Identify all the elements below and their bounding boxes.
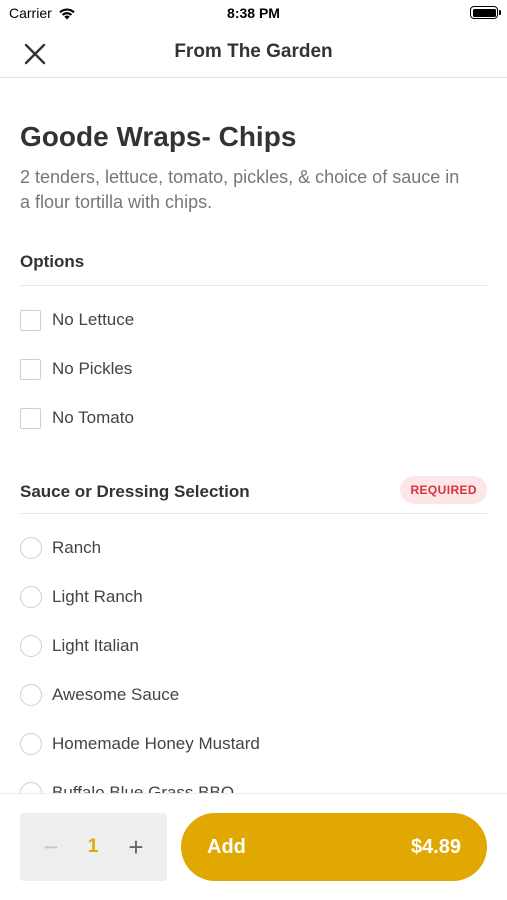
add-to-order-button[interactable]: Add $4.89 <box>181 813 487 881</box>
nav-title: From The Garden <box>174 41 333 62</box>
sauce-label: Light Italian <box>52 636 139 655</box>
sauce-label: Homemade Honey Mustard <box>52 734 260 753</box>
item-title: Goode Wraps- Chips <box>20 121 297 152</box>
sauce-row-ranch[interactable]: Ranch <box>20 533 487 563</box>
add-button-price: $4.89 <box>410 836 461 858</box>
sauce-label: Ranch <box>52 538 102 557</box>
sauce-row-light-italian[interactable]: Light Italian <box>20 631 487 661</box>
quantity-value: 1 <box>87 836 99 857</box>
sauce-row-buffalo-blue-grass-bbq[interactable]: Buffalo Blue Grass BBQ <box>20 778 487 793</box>
sauce-row-awesome-sauce[interactable]: Awesome Sauce <box>20 680 487 710</box>
options-section-header: Options <box>20 246 487 286</box>
required-badge: REQUIRED <box>400 476 487 504</box>
quantity-stepper: − 1 + <box>20 813 167 881</box>
radio-button[interactable] <box>20 537 42 559</box>
status-time: 8:38 PM <box>227 5 280 21</box>
option-label: No Pickles <box>52 359 133 378</box>
battery-icon <box>470 6 501 19</box>
sauce-row-honey-mustard[interactable]: Homemade Honey Mustard <box>20 729 487 759</box>
sauce-label: Light Ranch <box>52 587 143 606</box>
bottom-action-bar: − 1 + Add $4.89 <box>0 793 507 900</box>
option-row-no-tomato[interactable]: No Tomato <box>20 403 487 433</box>
sauce-row-light-ranch[interactable]: Light Ranch <box>20 582 487 612</box>
option-row-no-pickles[interactable]: No Pickles <box>20 354 487 384</box>
sauce-section-header: Sauce or Dressing Selection REQUIRED <box>20 476 487 514</box>
sauce-label: Awesome Sauce <box>52 685 180 704</box>
radio-button[interactable] <box>20 782 42 793</box>
sauce-label: Buffalo Blue Grass BBQ <box>52 783 235 793</box>
decrement-button[interactable]: − <box>34 827 68 867</box>
option-label: No Lettuce <box>52 310 135 329</box>
radio-button[interactable] <box>20 635 42 657</box>
checkbox[interactable] <box>20 309 41 331</box>
add-button-label: Add <box>207 836 246 858</box>
option-label: No Tomato <box>52 408 134 427</box>
radio-button[interactable] <box>20 684 42 706</box>
radio-button[interactable] <box>20 733 42 755</box>
sauce-section-title: Sauce or Dressing Selection <box>20 482 250 501</box>
radio-button[interactable] <box>20 586 42 608</box>
option-row-no-lettuce[interactable]: No Lettuce <box>20 305 487 335</box>
checkbox[interactable] <box>20 407 41 429</box>
item-detail-content[interactable]: Goode Wraps- Chips 2 tenders, lettuce, t… <box>0 79 507 793</box>
checkbox[interactable] <box>20 358 41 380</box>
increment-button[interactable]: + <box>119 827 153 867</box>
item-description: 2 tenders, lettuce, tomato, pickles, & c… <box>20 167 460 212</box>
options-section-title: Options <box>20 252 85 271</box>
status-bar: Carrier 8:38 PM <box>0 0 507 28</box>
nav-bar: From The Garden <box>0 28 507 78</box>
